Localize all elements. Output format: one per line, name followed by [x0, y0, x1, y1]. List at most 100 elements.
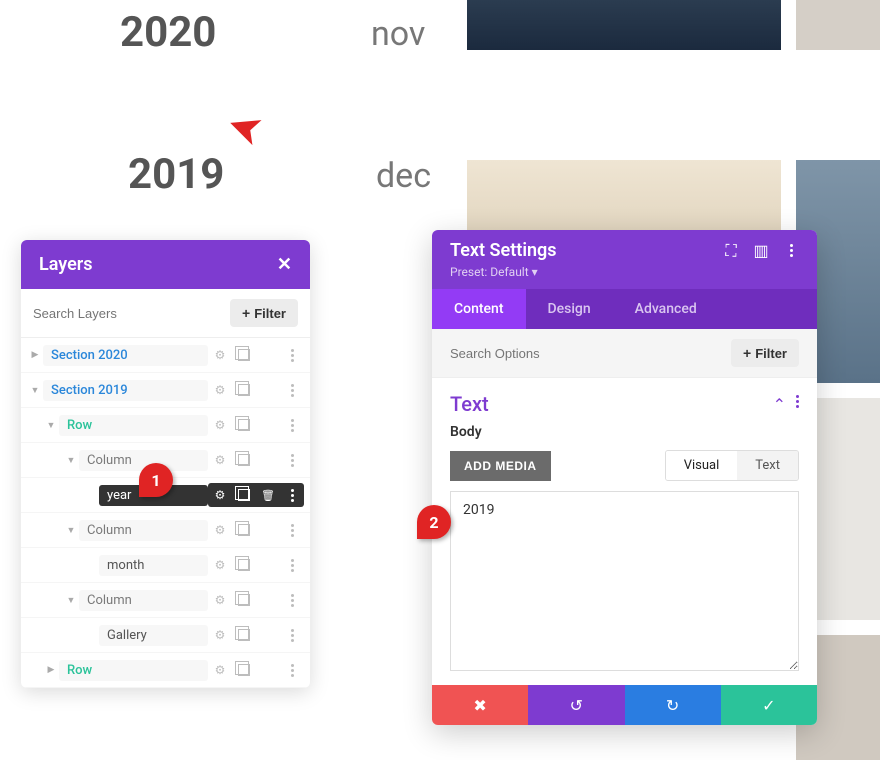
- more-icon[interactable]: [280, 483, 304, 507]
- chevron-down-icon[interactable]: ▼: [43, 420, 59, 431]
- preset-dropdown[interactable]: Preset: Default ▾: [450, 265, 799, 279]
- layers-filter-button[interactable]: + Filter: [230, 299, 298, 327]
- trash-icon[interactable]: [256, 378, 280, 402]
- layer-row-column[interactable]: ▼Column: [21, 513, 310, 548]
- trash-icon[interactable]: [256, 413, 280, 437]
- layer-row-section[interactable]: ▶Section 2020: [21, 338, 310, 373]
- duplicate-icon[interactable]: [232, 658, 256, 682]
- settings-header[interactable]: Text Settings ⛶ ▥ Preset: Default ▾: [432, 230, 817, 289]
- duplicate-icon[interactable]: [232, 588, 256, 612]
- layer-actions: [208, 658, 304, 682]
- layer-row-row[interactable]: ▼Row: [21, 408, 310, 443]
- chevron-down-icon[interactable]: ▼: [63, 525, 79, 536]
- tab-advanced[interactable]: Advanced: [613, 289, 719, 329]
- layer-row-column[interactable]: ▼Column: [21, 583, 310, 618]
- trash-icon[interactable]: [256, 343, 280, 367]
- layer-row-row[interactable]: ▶Row: [21, 653, 310, 688]
- add-media-button[interactable]: ADD MEDIA: [450, 451, 551, 481]
- layer-label[interactable]: Column: [79, 520, 208, 541]
- gear-icon[interactable]: [208, 658, 232, 682]
- more-icon[interactable]: [280, 413, 304, 437]
- confirm-button[interactable]: ✓: [721, 685, 817, 725]
- gear-icon[interactable]: [208, 518, 232, 542]
- layer-label[interactable]: Section 2019: [43, 380, 208, 401]
- undo-button[interactable]: ↺: [528, 685, 624, 725]
- layer-label[interactable]: Row: [59, 660, 208, 681]
- redo-button[interactable]: ↻: [625, 685, 721, 725]
- gear-icon[interactable]: [208, 448, 232, 472]
- editor-textarea[interactable]: 2019: [450, 491, 799, 671]
- chevron-down-icon[interactable]: ▼: [63, 595, 79, 606]
- chevron-right-icon[interactable]: ▶: [27, 350, 43, 360]
- editor-tab-text[interactable]: Text: [737, 451, 798, 480]
- text-settings-panel: Text Settings ⛶ ▥ Preset: Default ▾ Cont…: [432, 230, 817, 725]
- bg-month-nov: nov: [371, 14, 425, 54]
- settings-search-input[interactable]: [450, 346, 731, 361]
- trash-icon[interactable]: [256, 588, 280, 612]
- gear-icon[interactable]: [208, 413, 232, 437]
- layer-row-section[interactable]: ▼Section 2019: [21, 373, 310, 408]
- layer-row-module[interactable]: Gallery: [21, 618, 310, 653]
- tab-design[interactable]: Design: [526, 289, 613, 329]
- duplicate-icon[interactable]: [232, 378, 256, 402]
- more-icon[interactable]: [280, 378, 304, 402]
- more-icon[interactable]: [796, 395, 799, 414]
- duplicate-icon[interactable]: [232, 448, 256, 472]
- duplicate-icon[interactable]: [232, 413, 256, 437]
- editor-tab-visual[interactable]: Visual: [666, 451, 738, 480]
- gear-icon[interactable]: [208, 623, 232, 647]
- plus-icon: +: [242, 305, 250, 321]
- layer-label[interactable]: month: [99, 555, 208, 576]
- layer-row-module[interactable]: month: [21, 548, 310, 583]
- chevron-down-icon[interactable]: ▼: [27, 385, 43, 396]
- trash-icon[interactable]: [256, 553, 280, 577]
- more-icon[interactable]: [280, 623, 304, 647]
- trash-icon[interactable]: [256, 518, 280, 542]
- duplicate-icon[interactable]: [232, 553, 256, 577]
- duplicate-icon[interactable]: [232, 343, 256, 367]
- chevron-right-icon[interactable]: ▶: [43, 665, 59, 675]
- gear-icon[interactable]: [208, 588, 232, 612]
- trash-icon[interactable]: [256, 448, 280, 472]
- gear-icon[interactable]: [208, 553, 232, 577]
- trash-icon[interactable]: [256, 658, 280, 682]
- more-icon[interactable]: [280, 448, 304, 472]
- section-heading[interactable]: Text ⌃: [432, 378, 817, 424]
- layer-label[interactable]: Gallery: [99, 625, 208, 646]
- gear-icon[interactable]: [208, 378, 232, 402]
- layer-label[interactable]: Column: [79, 590, 208, 611]
- snap-icon[interactable]: ▥: [753, 243, 769, 259]
- cancel-button[interactable]: ✖: [432, 685, 528, 725]
- layer-label[interactable]: Row: [59, 415, 208, 436]
- close-icon[interactable]: ✕: [277, 254, 292, 275]
- expand-icon[interactable]: ⛶: [723, 243, 739, 259]
- more-icon[interactable]: [280, 343, 304, 367]
- more-icon[interactable]: [280, 518, 304, 542]
- layers-list: ▶Section 2020▼Section 2019▼Row▼Columnyea…: [21, 338, 310, 688]
- settings-filter-button[interactable]: + Filter: [731, 339, 799, 367]
- collapse-icon[interactable]: ⌃: [773, 395, 786, 414]
- settings-footer: ✖ ↺ ↻ ✓: [432, 685, 817, 725]
- layer-label[interactable]: Section 2020: [43, 345, 208, 366]
- layer-actions: [208, 343, 304, 367]
- duplicate-icon[interactable]: [232, 623, 256, 647]
- trash-icon[interactable]: [256, 483, 280, 507]
- trash-icon[interactable]: [256, 623, 280, 647]
- gear-icon[interactable]: [208, 483, 232, 507]
- duplicate-icon[interactable]: [232, 483, 256, 507]
- layers-search-input[interactable]: [33, 306, 222, 321]
- more-icon[interactable]: [280, 658, 304, 682]
- more-icon[interactable]: [280, 588, 304, 612]
- bg-image-1: [467, 0, 781, 50]
- layer-actions: [208, 588, 304, 612]
- chevron-down-icon[interactable]: ▼: [63, 455, 79, 466]
- more-icon[interactable]: [280, 553, 304, 577]
- layers-header[interactable]: Layers ✕: [21, 240, 310, 289]
- tab-content[interactable]: Content: [432, 289, 526, 329]
- more-icon[interactable]: [783, 243, 799, 259]
- duplicate-icon[interactable]: [232, 518, 256, 542]
- layer-actions: [208, 518, 304, 542]
- gear-icon[interactable]: [208, 343, 232, 367]
- annotation-badge-2: 2: [417, 505, 451, 539]
- annotation-badge-1: 1: [139, 463, 173, 497]
